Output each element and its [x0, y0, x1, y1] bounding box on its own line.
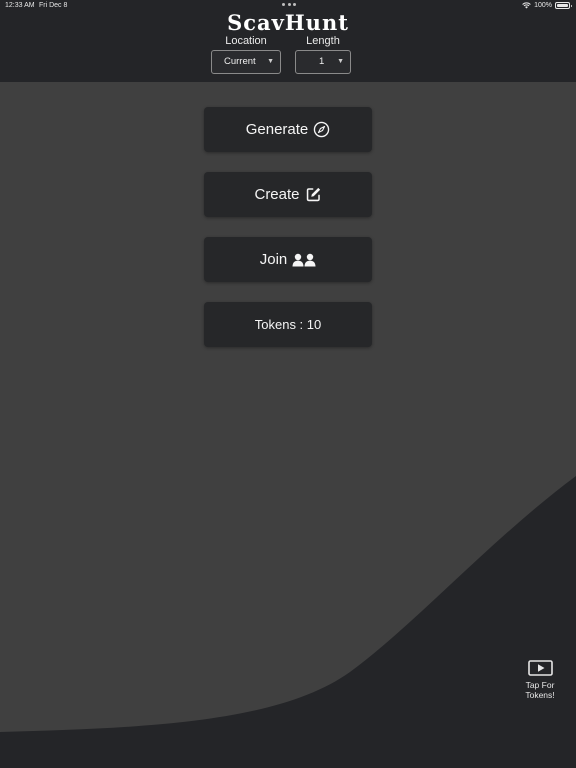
location-select[interactable]: Current ▼ — [211, 50, 281, 74]
tokens-label: Tokens : 10 — [254, 317, 322, 332]
create-button[interactable]: Create — [204, 172, 372, 217]
length-label: Length — [306, 35, 340, 47]
generate-label: Generate — [245, 121, 309, 138]
edit-icon — [305, 186, 322, 203]
battery-percent: 100% — [534, 2, 552, 9]
length-value: 1 — [319, 56, 325, 67]
location-value: Current — [224, 56, 256, 67]
status-time: 12:33 AM — [5, 2, 35, 9]
join-button[interactable]: Join — [204, 237, 372, 282]
app-title: ScavHunt — [227, 10, 349, 35]
battery-icon — [555, 2, 572, 9]
create-label: Create — [254, 186, 300, 203]
multitasking-dots-icon[interactable] — [282, 1, 296, 7]
length-picker: Length 1 ▼ — [295, 35, 351, 74]
app-screen: 12:33 AM Fri Dec 8 100% ScavHunt Locatio… — [0, 0, 576, 768]
play-icon — [527, 660, 553, 676]
wifi-icon — [522, 2, 531, 9]
tap-for-tokens-button[interactable]: Tap For Tokens! — [516, 660, 564, 700]
status-date: Fri Dec 8 — [39, 2, 68, 9]
compass-icon — [313, 121, 330, 138]
length-select[interactable]: 1 ▼ — [295, 50, 351, 74]
tokens-button[interactable]: Tokens : 10 — [204, 302, 372, 347]
generate-button[interactable]: Generate — [204, 107, 372, 152]
status-indicators: 100% — [522, 2, 572, 9]
tap-for-label: Tap For — [525, 680, 555, 690]
chevron-down-icon: ▼ — [267, 58, 274, 65]
chevron-down-icon: ▼ — [337, 58, 344, 65]
location-picker: Location Current ▼ — [211, 35, 281, 74]
users-icon — [292, 253, 316, 267]
join-label: Join — [259, 251, 288, 268]
location-label: Location — [225, 35, 267, 47]
tokens-exclaim-label: Tokens! — [525, 690, 555, 700]
